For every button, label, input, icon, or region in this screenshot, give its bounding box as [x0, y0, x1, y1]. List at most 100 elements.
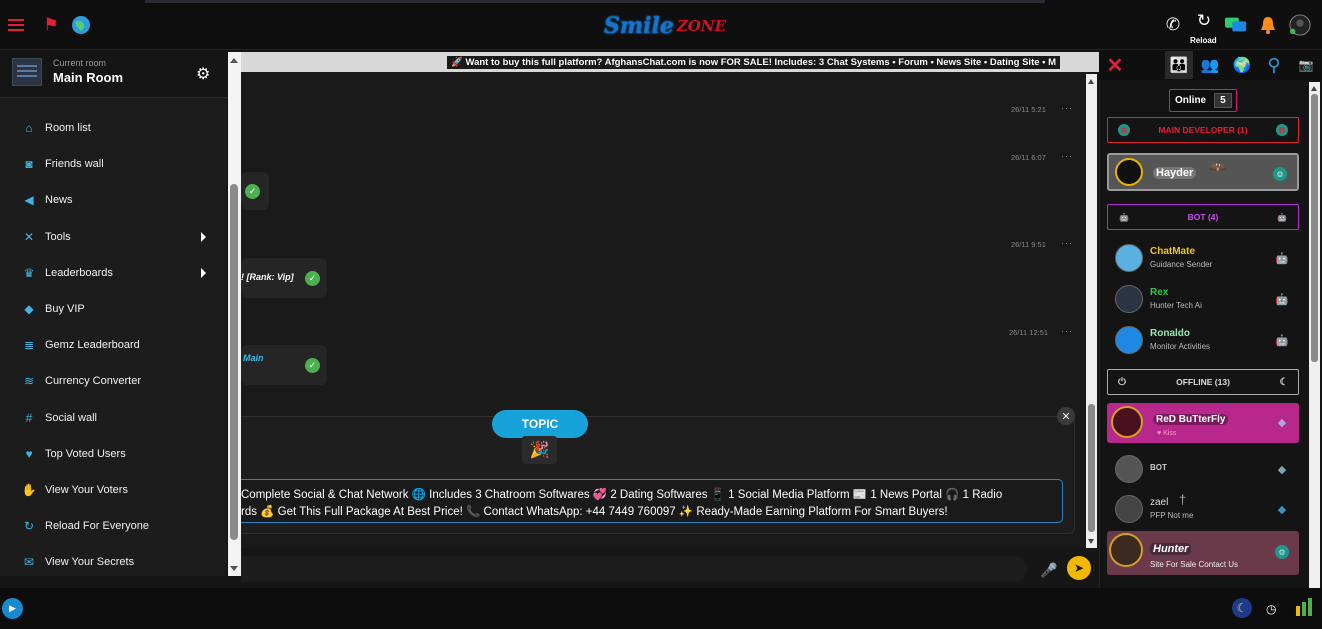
group-header-offline[interactable]: ⏻ OFFLINE (13) ☾	[1107, 369, 1299, 395]
thumbs-up-icon: ✋	[21, 482, 37, 497]
room-thumbnail	[12, 58, 42, 86]
globe-icon[interactable]	[70, 14, 92, 36]
reload-icon[interactable]: ↻	[1193, 10, 1215, 32]
moon-icon: ☾	[1279, 376, 1289, 388]
reload-label[interactable]: Reload	[1190, 36, 1217, 45]
avatar	[1115, 158, 1143, 186]
sidebar-item-tools[interactable]: ✕ Tools	[0, 219, 228, 255]
sidebar-item-label: Leaderboards	[45, 266, 113, 279]
scroll-down-icon[interactable]	[230, 566, 238, 571]
sidebar-item-view-your-voters[interactable]: ✋ View Your Voters	[0, 472, 228, 508]
site-logo[interactable]: Smile ZONE	[600, 8, 730, 44]
message-options-icon[interactable]: ···	[1061, 238, 1073, 248]
user-list-scrollbar[interactable]	[1309, 82, 1320, 588]
microphone-icon[interactable]: 🎤	[1040, 562, 1057, 578]
group-header-developer[interactable]: ⚙ MAIN DEVELOPER (1) ⚙	[1107, 117, 1299, 143]
online-label: Online	[1175, 95, 1207, 106]
sidebar-item-buy-vip[interactable]: ◆ Buy VIP	[0, 291, 228, 327]
topic-button[interactable]: TOPIC	[492, 410, 588, 438]
user-row[interactable]: BOT ◆	[1107, 450, 1299, 488]
scroll-up-icon[interactable]	[1311, 86, 1317, 91]
topic-text-box: Complete Social & Chat Network 🌐 Include…	[241, 479, 1063, 523]
message-text: Main	[243, 353, 264, 363]
chat-scrollbar[interactable]	[1086, 74, 1097, 548]
scrollbar-thumb[interactable]	[230, 184, 238, 540]
message-input[interactable]	[241, 556, 1027, 582]
user-row[interactable]: zael † PFP Not me ◆	[1107, 490, 1299, 528]
power-icon: ⏻	[1118, 376, 1126, 388]
verified-check-icon: ✓	[245, 184, 260, 199]
sidebar-item-gemz-leaderboard[interactable]: ≣ Gemz Leaderboard	[0, 327, 228, 363]
user-name: Hayder	[1153, 167, 1197, 179]
user-name: ChatMate	[1150, 246, 1196, 257]
sidebar-item-leaderboards[interactable]: ♛ Leaderboards	[0, 255, 228, 291]
bell-icon[interactable]	[1257, 14, 1279, 36]
world-tab-icon[interactable]: 🌍	[1230, 54, 1254, 76]
sidebar-item-friends-wall[interactable]: ◙ Friends wall	[0, 146, 228, 182]
message-options-icon[interactable]: ···	[1061, 326, 1073, 336]
user-mood: Guidance Sender	[1150, 260, 1213, 269]
clock-icon[interactable]: ◷	[1266, 602, 1280, 616]
message-time: 26/11 6:07	[1011, 153, 1046, 162]
submenu-arrow-icon	[201, 267, 206, 278]
user-name: Rex	[1150, 287, 1169, 298]
users-tab-icon[interactable]: 👪	[1165, 51, 1193, 79]
sidebar-item-label: View Your Voters	[45, 483, 128, 496]
sidebar-item-news[interactable]: ◀ News	[0, 182, 228, 218]
bottom-bar	[0, 588, 1322, 629]
sidebar-item-label: Reload For Everyone	[45, 520, 149, 533]
avatar	[1115, 455, 1143, 483]
scrollbar-thumb[interactable]	[1088, 404, 1095, 532]
sidebar-item-currency-converter[interactable]: ≋ Currency Converter	[0, 363, 228, 399]
message-options-icon[interactable]: ···	[1061, 103, 1073, 113]
sidebar-scrollbar[interactable]	[228, 52, 241, 576]
user-row[interactable]: Hunter Site For Sale Contact Us ⚙	[1107, 531, 1299, 575]
sidebar-item-social-wall[interactable]: # Social wall	[0, 400, 228, 436]
sound-icon[interactable]	[1294, 596, 1316, 618]
sidebar-item-room-list[interactable]: ⌂ Room list	[0, 110, 228, 146]
user-mood: ♥ Kiss	[1157, 430, 1177, 437]
announcement-marquee: 🚀 Want to buy this full platform? Afghan…	[241, 52, 1099, 72]
diamond-icon: ◆	[24, 302, 34, 317]
play-icon[interactable]: ▶	[2, 598, 23, 619]
topic-line-2: rds 💰 Get This Full Package At Best Pric…	[241, 506, 948, 518]
logo-text-main: Smile	[603, 13, 674, 39]
flag-icon[interactable]: ⚑	[40, 14, 62, 36]
chat-bubbles-icon[interactable]	[1225, 14, 1247, 36]
sidebar-item-view-your-secrets[interactable]: ✉ View Your Secrets	[0, 544, 228, 580]
sidebar-item-label: Tools	[45, 230, 71, 243]
search-icon[interactable]: ⚲	[1262, 54, 1286, 76]
user-row[interactable]: Ronaldo Monitor Activities 🤖	[1107, 321, 1299, 359]
friends-tab-icon[interactable]: 👥	[1198, 54, 1222, 76]
close-icon[interactable]: ✕	[1057, 407, 1075, 425]
user-row[interactable]: Rex Hunter Tech Ai 🤖	[1107, 280, 1299, 318]
message-options-icon[interactable]: ···	[1061, 151, 1073, 161]
diamond-icon: ◆	[1277, 463, 1287, 476]
bot-badge-icon: 🤖	[1119, 212, 1129, 222]
sidebar-item-reload-for-everyone[interactable]: ↻ Reload For Everyone	[0, 508, 228, 544]
user-row[interactable]: ReD BuTterFly ♥ Kiss ◆	[1107, 403, 1299, 443]
scrollbar-thumb[interactable]	[1311, 94, 1318, 362]
avatar[interactable]	[1289, 14, 1311, 36]
logo-text-sub: ZONE	[676, 17, 727, 35]
scroll-down-icon[interactable]	[1088, 539, 1094, 544]
group-header-bot[interactable]: 🤖 BOT (4) 🤖	[1107, 204, 1299, 230]
menu-icon[interactable]	[6, 14, 28, 36]
close-panel-icon[interactable]: ✕	[1103, 54, 1127, 77]
sidebar: Current room Main Room ⚙ ⌂ Room list ◙ Frie…	[0, 52, 228, 576]
send-button[interactable]: ➤	[1067, 556, 1091, 580]
user-mood: Hunter Tech Ai	[1150, 301, 1202, 310]
user-row[interactable]: ChatMate Guidance Sender 🤖	[1107, 239, 1299, 277]
phone-icon[interactable]: ✆	[1162, 14, 1184, 36]
verified-check-icon: ✓	[305, 271, 320, 286]
sidebar-item-top-voted-users[interactable]: ♥ Top Voted Users	[0, 436, 228, 472]
diamond-icon: ◆	[1277, 503, 1287, 516]
scroll-up-icon[interactable]	[230, 58, 238, 63]
night-mode-icon[interactable]: ☾	[1232, 598, 1252, 618]
scroll-up-icon[interactable]	[1088, 79, 1094, 84]
gear-icon[interactable]: ⚙	[196, 64, 214, 83]
user-mood: Site For Sale Contact Us	[1150, 560, 1239, 569]
user-row[interactable]: Hayder 🦇 ⚙	[1107, 153, 1299, 191]
marquee-text[interactable]: 🚀 Want to buy this full platform? Afghan…	[447, 56, 1061, 69]
camera-icon[interactable]: 📷	[1294, 54, 1318, 76]
